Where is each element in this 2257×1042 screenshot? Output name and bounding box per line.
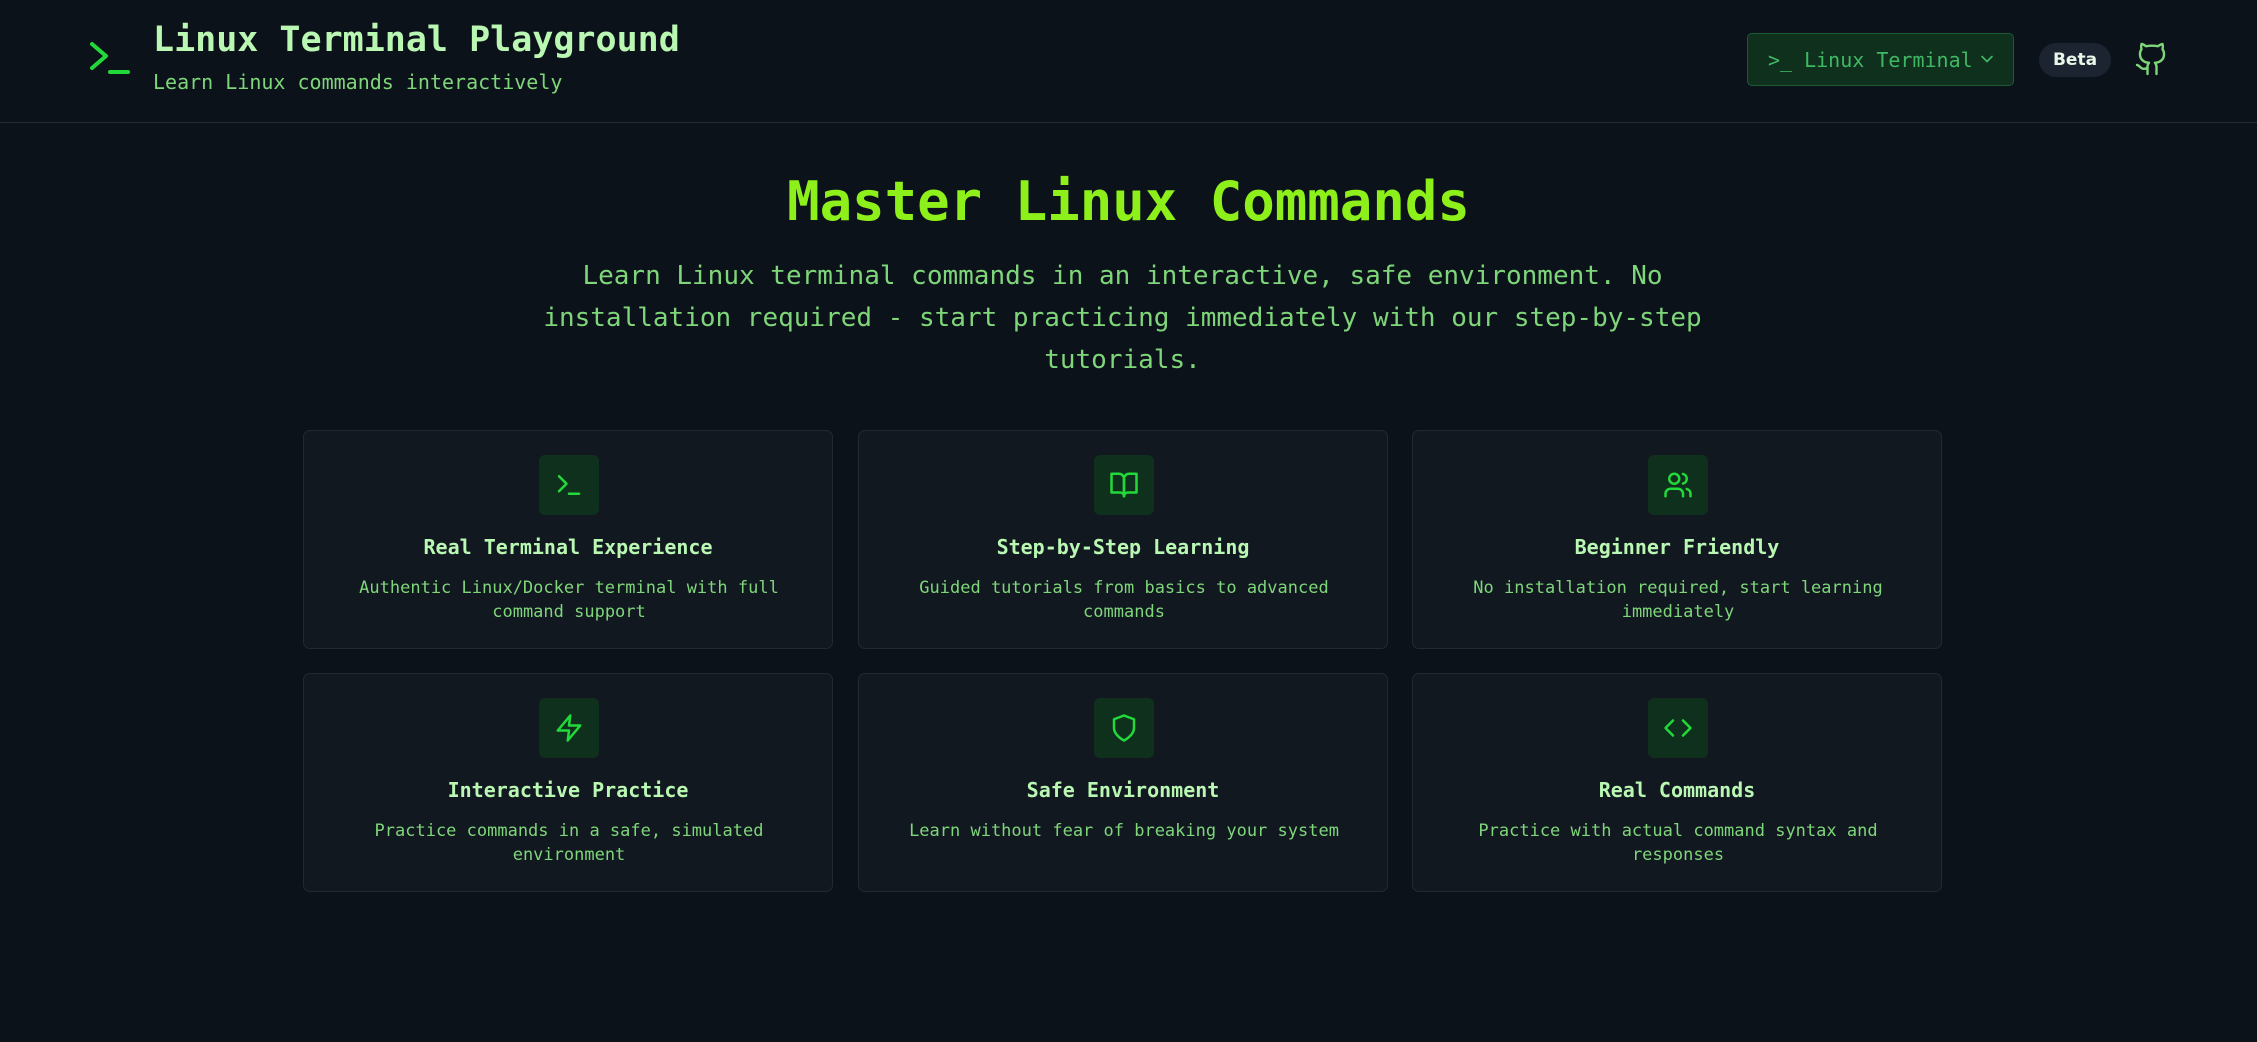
code-icon bbox=[1664, 719, 1692, 737]
feature-title: Real Terminal Experience bbox=[423, 535, 713, 559]
hero-title: Master Linux Commands bbox=[787, 170, 1470, 233]
feature-card-step-by-step: Step-by-Step Learning Guided tutorials f… bbox=[858, 430, 1388, 649]
feature-card-interactive-practice: Interactive Practice Practice commands i… bbox=[303, 673, 833, 892]
feature-description: Practice with actual command syntax and … bbox=[1478, 821, 1878, 865]
github-icon[interactable] bbox=[2134, 39, 2170, 79]
app-header: Linux Terminal Playground Learn Linux co… bbox=[0, 0, 2257, 123]
feature-description: Authentic Linux/Docker terminal with ful… bbox=[359, 578, 779, 622]
feature-card-real-commands: Real Commands Practice with actual comma… bbox=[1412, 673, 1942, 892]
terminal-prompt-icon: >_ bbox=[1768, 47, 1793, 72]
app-subtitle: Learn Linux commands interactively bbox=[153, 70, 563, 94]
app-title: Linux Terminal Playground bbox=[153, 20, 680, 60]
feature-title: Interactive Practice bbox=[447, 778, 689, 802]
hero-description: Learn Linux terminal commands in an inte… bbox=[543, 261, 1702, 375]
feature-description: Learn without fear of breaking your syst… bbox=[909, 821, 1339, 841]
terminal-logo-icon bbox=[90, 42, 130, 74]
feature-title: Step-by-Step Learning bbox=[996, 535, 1250, 559]
terminal-select-dropdown[interactable]: >_ Linux Terminal bbox=[1747, 33, 2014, 86]
feature-description: Guided tutorials from basics to advanced… bbox=[919, 578, 1329, 622]
feature-title: Safe Environment bbox=[1026, 778, 1220, 802]
feature-title: Beginner Friendly bbox=[1574, 535, 1780, 559]
terminal-icon bbox=[557, 475, 581, 495]
terminal-select-label: Linux Terminal bbox=[1804, 47, 1973, 72]
chevron-down-icon bbox=[1981, 55, 1993, 63]
zap-icon bbox=[556, 714, 582, 742]
feature-card-beginner-friendly: Beginner Friendly No installation requir… bbox=[1412, 430, 1942, 649]
feature-description: No installation required, start learning… bbox=[1473, 578, 1883, 622]
book-open-icon bbox=[1110, 472, 1138, 498]
feature-card-safe-environment: Safe Environment Learn without fear of b… bbox=[858, 673, 1388, 892]
feature-description: Practice commands in a safe, simulated e… bbox=[374, 821, 764, 865]
feature-card-real-terminal: Real Terminal Experience Authentic Linux… bbox=[303, 430, 833, 649]
users-icon bbox=[1664, 472, 1692, 498]
shield-icon bbox=[1112, 714, 1136, 742]
feature-title: Real Commands bbox=[1598, 778, 1756, 802]
beta-badge: Beta bbox=[2039, 43, 2111, 77]
